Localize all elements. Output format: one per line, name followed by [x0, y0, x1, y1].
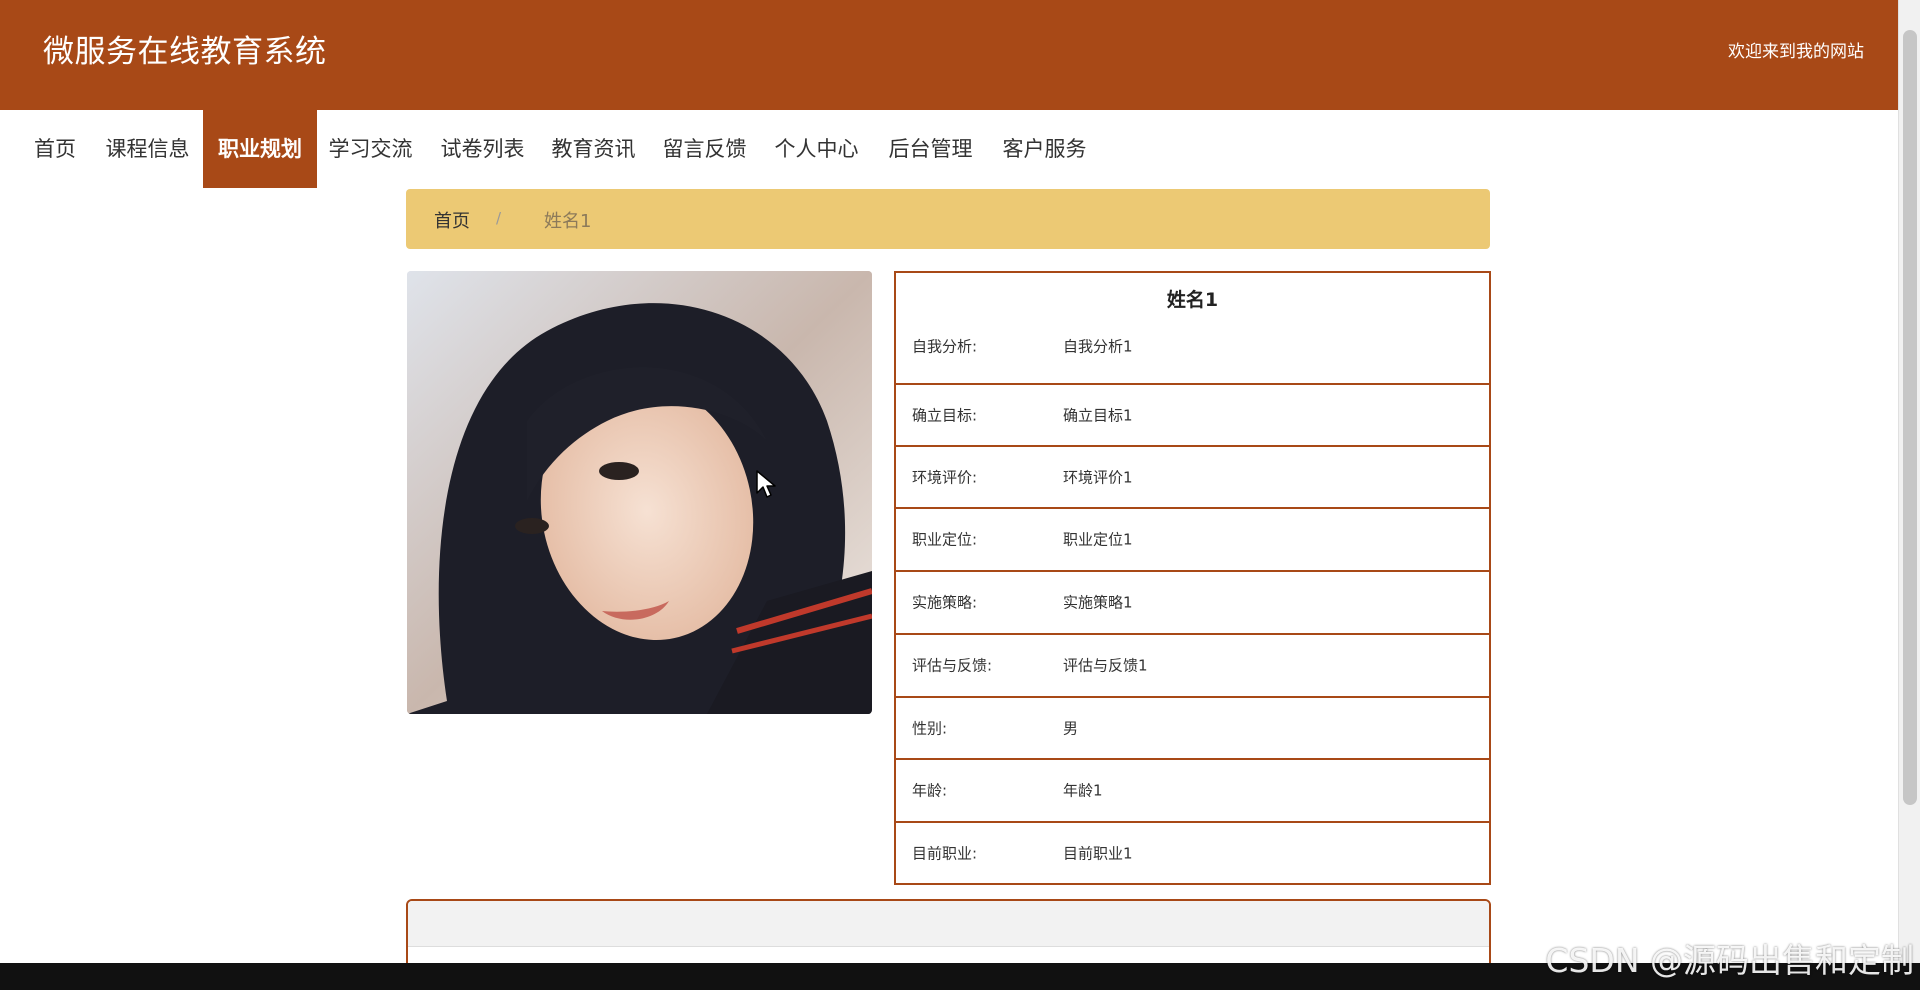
detail-value: 目前职业1 — [1063, 844, 1133, 863]
detail-label: 确立目标: — [912, 406, 978, 425]
mouse-cursor-icon — [756, 470, 776, 498]
nav-item-admin[interactable]: 后台管理 — [881, 110, 980, 188]
page-scrollbar[interactable] — [1898, 0, 1920, 963]
breadcrumb: 首页 / 姓名1 — [406, 189, 1490, 249]
detail-label: 年龄: — [912, 781, 948, 800]
nav-item-home[interactable]: 首页 — [22, 110, 88, 188]
career-plan-detail: 姓名1 自我分析: 自我分析1 确立目标: 确立目标1 环境评价: 环境评价1 … — [894, 271, 1491, 885]
breadcrumb-separator: / — [496, 209, 502, 227]
detail-row: 环境评价: 环境评价1 — [896, 445, 1489, 507]
detail-row: 自我分析: 自我分析1 — [896, 315, 1489, 377]
nav-item-customer-service[interactable]: 客户服务 — [995, 110, 1094, 188]
watermark-text: CSDN @源码出售和定制 — [1545, 941, 1914, 980]
nav-item-study-exchange[interactable]: 学习交流 — [321, 110, 420, 188]
welcome-text: 欢迎来到我的网站 — [1728, 42, 1864, 62]
breadcrumb-home-link[interactable]: 首页 — [434, 207, 470, 233]
nav-item-exam-list[interactable]: 试卷列表 — [433, 110, 532, 188]
breadcrumb-current: 姓名1 — [544, 211, 592, 232]
detail-row: 评估与反馈: 评估与反馈1 — [896, 633, 1489, 695]
detail-label: 环境评价: — [912, 468, 978, 487]
detail-value: 环境评价1 — [1063, 468, 1133, 487]
detail-label: 性别: — [912, 719, 948, 738]
detail-label: 评估与反馈: — [912, 656, 993, 675]
detail-label: 自我分析: — [912, 337, 978, 356]
nav-item-courses[interactable]: 课程信息 — [98, 110, 197, 188]
detail-value: 评估与反馈1 — [1063, 656, 1148, 675]
detail-row: 确立目标: 确立目标1 — [896, 383, 1489, 445]
detail-value: 男 — [1063, 719, 1079, 738]
nav-item-personal-center[interactable]: 个人中心 — [767, 110, 866, 188]
detail-value: 职业定位1 — [1063, 530, 1133, 549]
nav-item-feedback[interactable]: 留言反馈 — [655, 110, 754, 188]
detail-row: 职业定位: 职业定位1 — [896, 507, 1489, 569]
detail-value: 自我分析1 — [1063, 337, 1133, 356]
detail-value: 年龄1 — [1063, 781, 1103, 800]
detail-label: 目前职业: — [912, 844, 978, 863]
comment-panel-header — [408, 901, 1489, 947]
detail-label: 实施策略: — [912, 593, 978, 612]
detail-row: 目前职业: 目前职业1 — [896, 821, 1489, 883]
detail-value: 实施策略1 — [1063, 593, 1133, 612]
scrollbar-thumb[interactable] — [1903, 30, 1917, 805]
detail-row: 性别: 男 — [896, 696, 1489, 758]
detail-value: 确立目标1 — [1063, 406, 1133, 425]
nav-item-education-news[interactable]: 教育资讯 — [544, 110, 643, 188]
detail-label: 职业定位: — [912, 530, 978, 549]
nav-item-career-planning[interactable]: 职业规划 — [203, 110, 317, 188]
site-title: 微服务在线教育系统 — [43, 34, 327, 70]
detail-name: 姓名1 — [1166, 289, 1219, 311]
site-header: 微服务在线教育系统 欢迎来到我的网站 — [0, 0, 1898, 110]
profile-photo-image — [407, 271, 872, 714]
main-nav: 首页 课程信息 职业规划 学习交流 试卷列表 教育资讯 留言反馈 个人中心 后台… — [0, 110, 1898, 188]
detail-row: 年龄: 年龄1 — [896, 758, 1489, 820]
profile-photo — [407, 271, 872, 714]
detail-row: 实施策略: 实施策略1 — [896, 570, 1489, 632]
